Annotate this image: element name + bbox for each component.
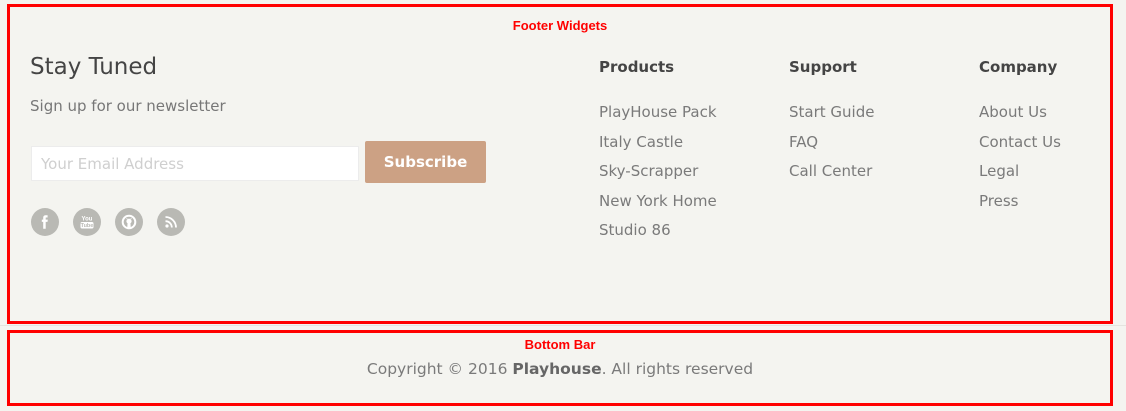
youtube-icon[interactable]: You Tube [73, 208, 101, 236]
company-column-title: Company [979, 58, 1058, 76]
facebook-icon[interactable] [31, 208, 59, 236]
company-link-list: About Us Contact Us Legal Press [979, 102, 1061, 220]
support-link-list: Start Guide FAQ Call Center [789, 102, 874, 191]
section-divider [0, 325, 1126, 326]
company-link[interactable]: Legal [979, 161, 1061, 191]
company-link[interactable]: Press [979, 191, 1061, 221]
support-column-title: Support [789, 58, 857, 76]
footer-widgets-region: Footer Widgets Stay Tuned Sign up for ou… [7, 4, 1113, 324]
github-icon[interactable] [115, 208, 143, 236]
support-link[interactable]: Call Center [789, 161, 874, 191]
company-link[interactable]: Contact Us [979, 132, 1061, 162]
rss-icon[interactable] [157, 208, 185, 236]
footer-widgets-label: Footer Widgets [512, 18, 608, 33]
support-link[interactable]: Start Guide [789, 102, 874, 132]
products-link-list: PlayHouse Pack Italy Castle Sky-Scrapper… [599, 102, 717, 250]
products-link[interactable]: Studio 86 [599, 220, 717, 250]
copyright-prefix: Copyright © 2016 [366, 360, 513, 378]
products-link[interactable]: PlayHouse Pack [599, 102, 717, 132]
email-input[interactable] [31, 146, 359, 181]
brand-name: Playhouse [512, 360, 602, 378]
svg-text:Tube: Tube [81, 223, 94, 229]
copyright-text: Copyright © 2016 Playhouse. All rights r… [10, 360, 1110, 378]
company-link[interactable]: About Us [979, 102, 1061, 132]
copyright-suffix: . All rights reserved [601, 360, 754, 378]
subscribe-button[interactable]: Subscribe [365, 141, 486, 183]
products-link[interactable]: New York Home [599, 191, 717, 221]
newsletter-title: Stay Tuned [30, 54, 158, 80]
svg-text:You: You [82, 217, 93, 223]
newsletter-subtitle: Sign up for our newsletter [30, 97, 226, 115]
bottom-bar-region: Bottom Bar Copyright © 2016 Playhouse. A… [7, 330, 1113, 406]
products-link[interactable]: Italy Castle [599, 132, 717, 162]
bottom-bar-label: Bottom Bar [524, 337, 596, 352]
support-link[interactable]: FAQ [789, 132, 874, 162]
products-column-title: Products [599, 58, 675, 76]
products-link[interactable]: Sky-Scrapper [599, 161, 717, 191]
